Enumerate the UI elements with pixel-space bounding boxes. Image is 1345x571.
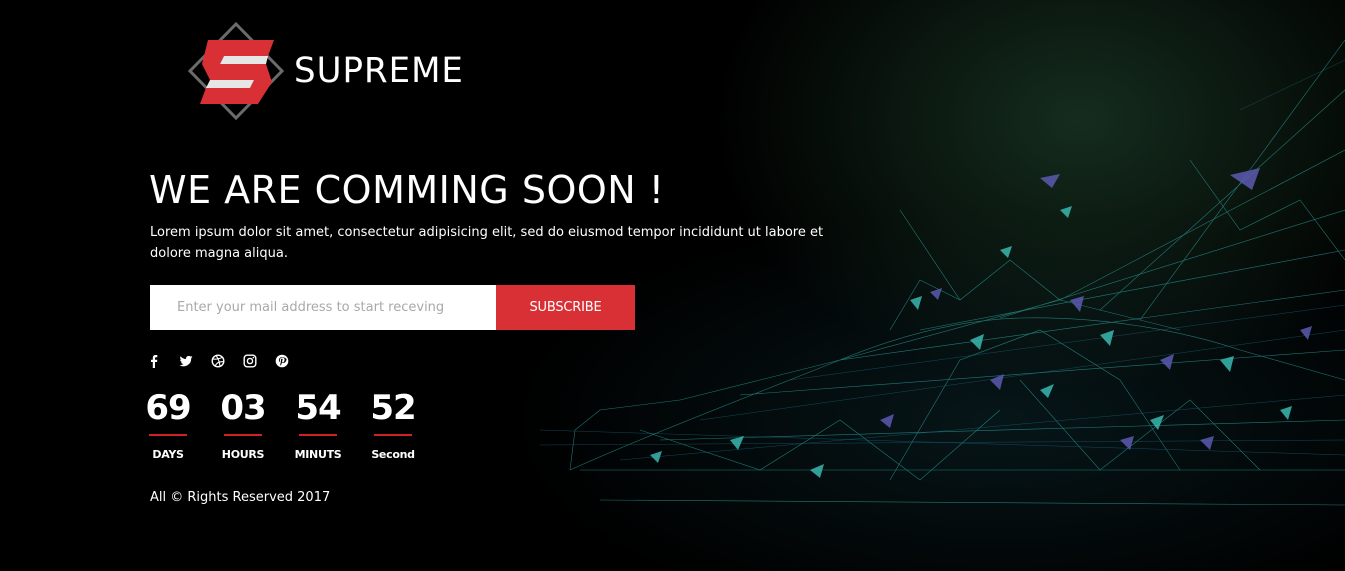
countdown-hours: 03 HOURS <box>218 388 268 461</box>
countdown-minutes: 54 MINUTS <box>293 388 343 461</box>
countdown-label: DAYS <box>152 448 184 461</box>
countdown-underline <box>149 434 187 436</box>
instagram-icon[interactable] <box>243 352 275 370</box>
countdown-label: MINUTS <box>294 448 342 461</box>
supreme-s-logo-icon <box>188 22 284 120</box>
brand-logo[interactable]: SUPREME <box>188 22 464 120</box>
countdown-underline <box>224 434 262 436</box>
wireframe-car-illustration <box>540 39 1345 506</box>
countdown-value: 69 <box>145 388 191 428</box>
countdown-value: 54 <box>295 388 341 428</box>
pinterest-icon[interactable] <box>275 352 307 370</box>
dribbble-icon[interactable] <box>211 352 243 370</box>
countdown-underline <box>374 434 412 436</box>
countdown-underline <box>299 434 337 436</box>
countdown-timer: 69 DAYS 03 HOURS 54 MINUTS 52 Second <box>143 388 418 461</box>
brand-name: SUPREME <box>294 50 464 92</box>
facebook-icon[interactable] <box>147 352 179 370</box>
countdown-label: HOURS <box>221 448 265 461</box>
social-links <box>147 352 307 370</box>
countdown-label: Second <box>371 448 415 461</box>
email-input[interactable] <box>150 285 496 330</box>
subscribe-form: SUBSCRIBE <box>150 285 635 330</box>
subscribe-button[interactable]: SUBSCRIBE <box>496 285 635 330</box>
intro-text: Lorem ipsum dolor sit amet, consectetur … <box>150 225 824 261</box>
countdown-seconds: 52 Second <box>368 388 418 461</box>
countdown-value: 52 <box>370 388 416 428</box>
countdown-value: 03 <box>220 388 266 428</box>
twitter-icon[interactable] <box>179 352 211 370</box>
copyright-text: All © Rights Reserved 2017 <box>150 490 331 505</box>
page-headline: WE ARE COMMING SOON ! <box>149 168 665 212</box>
countdown-days: 69 DAYS <box>143 388 193 461</box>
